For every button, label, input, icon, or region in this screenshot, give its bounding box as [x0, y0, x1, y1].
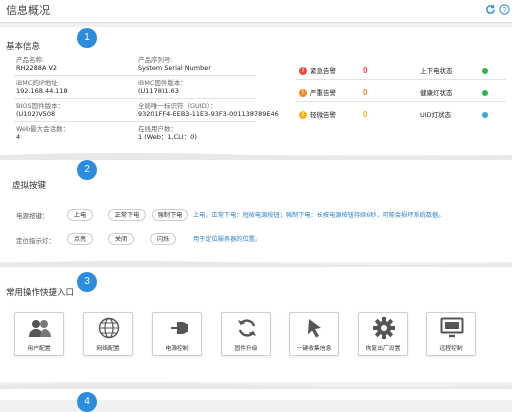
power-button-label: 电源按键： — [16, 212, 49, 220]
ibmc-ip-value: 192.168.44.118 — [16, 87, 68, 95]
normal-power-off-button[interactable]: 正常下电 — [108, 209, 146, 221]
uid-blink-button[interactable]: 闪烁 — [150, 233, 176, 245]
quick-entry-network[interactable]: 网络配置 — [83, 312, 133, 356]
major-alarm-count[interactable]: 0 — [363, 88, 367, 97]
uid-status-label: UID灯状态 — [420, 111, 452, 119]
power-hint: 上电，正常下电：短按电源按钮；强制下电：长按电源按钮持续6秒，可能会损坏系统数据… — [193, 212, 445, 219]
product-name-label: 产品名称: — [16, 56, 45, 64]
ibmc-ip-label: iBMC的IP地址: — [16, 79, 60, 87]
web-max-sessions-value: 4 — [16, 133, 21, 141]
major-alarm-icon: ! — [299, 89, 307, 97]
quick-entry-label: 网络配置 — [96, 346, 120, 352]
section-badge-4: 4 — [77, 392, 97, 412]
ibmc-firmware-label: iBMC固件版本： — [138, 79, 187, 87]
divider — [14, 75, 256, 76]
guid-value: 93201FF4-EEB3-11E3-93F3-001138789E46 — [138, 110, 279, 118]
serial-number-label: 产品序列号: — [138, 56, 173, 64]
basic-info-heading: 基本信息 — [6, 42, 41, 52]
quick-entry-collect[interactable]: 一键收集信息 — [289, 312, 339, 356]
quick-entry-power[interactable]: 电源控制 — [152, 312, 202, 356]
quick-entry-factory-reset[interactable]: 恢复出厂设置 — [358, 312, 408, 356]
online-users-value: 1 (Web：1,CLI：0) — [138, 133, 197, 141]
cursor-icon — [308, 319, 321, 338]
title-bar — [0, 0, 512, 23]
quick-entry-firmware[interactable]: 固件升级 — [221, 312, 271, 356]
online-users-label: 在线用户数： — [138, 125, 177, 133]
divider — [14, 98, 256, 99]
ibmc-firmware-value: (U1178)1.63 — [138, 87, 179, 95]
guid-label: 全局唯一标识符（GUID）： — [138, 102, 217, 110]
uid-hint: 用于定位服务器的位置。 — [193, 236, 262, 243]
major-alarm-label: 严重告警 — [310, 89, 336, 97]
health-status-label: 健康灯状态 — [420, 89, 453, 97]
minor-alarm-count[interactable]: 0 — [363, 110, 367, 119]
bios-version-label: BIOS固件版本： — [16, 102, 65, 110]
svg-text:?: ? — [502, 7, 506, 14]
quick-entry-label: 固件升级 — [234, 346, 258, 352]
virtual-buttons-heading: 虚拟按键 — [12, 181, 47, 191]
quick-entry-label: 用户配置 — [27, 346, 51, 352]
serial-number-value: System Serial Number — [138, 64, 211, 72]
quick-entry-label: 电源控制 — [165, 346, 189, 352]
power-on-button[interactable]: 上电 — [67, 209, 93, 221]
globe-icon — [98, 317, 120, 339]
divider — [14, 121, 256, 122]
section-badge-1: 1 — [77, 28, 97, 48]
uid-on-button[interactable]: 点亮 — [67, 233, 93, 245]
power-status-label: 上下电状态 — [420, 67, 453, 75]
help-icon[interactable]: ? — [498, 4, 510, 16]
minor-alarm-icon: ! — [299, 111, 307, 119]
minor-alarm-label: 轻微告警 — [310, 111, 336, 119]
uid-off-button[interactable]: 关闭 — [108, 233, 134, 245]
critical-alarm-icon: ! — [299, 67, 307, 75]
web-max-sessions-label: Web最大会话数： — [16, 125, 70, 133]
quick-entry-label: 远程控制 — [439, 346, 463, 352]
power-status-indicator — [482, 68, 488, 74]
divider — [296, 101, 506, 102]
page-title: 信息概况 — [6, 4, 50, 17]
quick-entry-label: 一键收集信息 — [296, 346, 332, 352]
health-status-indicator — [482, 90, 488, 96]
monitor-icon — [440, 317, 464, 338]
quick-entry-remote-control[interactable]: 远程控制 — [426, 312, 476, 356]
gear-icon — [373, 317, 395, 339]
section-badge-2: 2 — [77, 160, 97, 180]
uid-status-indicator — [482, 112, 488, 118]
firmware-upgrade-icon — [238, 319, 256, 337]
divider — [296, 79, 506, 80]
users-icon — [29, 320, 51, 337]
force-power-off-button[interactable]: 强制下电 — [152, 209, 188, 221]
refresh-icon[interactable] — [484, 4, 496, 16]
power-plug-icon — [171, 322, 188, 334]
quick-entry-label: 恢复出厂设置 — [365, 346, 401, 352]
quick-entry-users[interactable]: 用户配置 — [14, 312, 64, 356]
quick-entries-heading: 常用操作快捷入口 — [6, 288, 75, 298]
product-name-value: RH2288A V2 — [16, 64, 58, 72]
critical-alarm-count[interactable]: 0 — [363, 66, 367, 75]
section-badge-3: 3 — [77, 272, 97, 292]
critical-alarm-label: 紧急告警 — [310, 67, 336, 75]
uid-light-label: 定位指示灯： — [16, 237, 55, 245]
bios-version-value: (U102)V508 — [16, 110, 56, 118]
